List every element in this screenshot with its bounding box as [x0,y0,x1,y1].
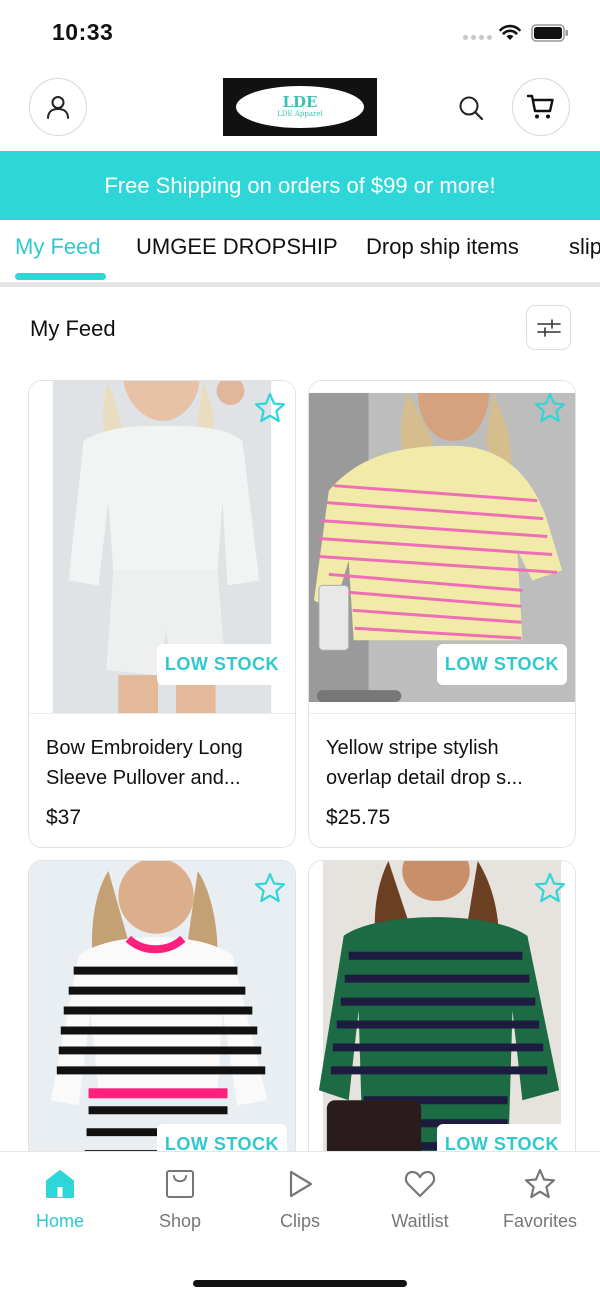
product-image[interactable]: LOW STOCK [29,381,295,714]
favorite-star-icon[interactable] [533,871,567,905]
search-icon [459,96,484,121]
active-tab-indicator [15,273,106,280]
nav-label: Waitlist [391,1211,449,1231]
product-image[interactable]: LOW STOCK [309,861,575,1194]
nav-home[interactable]: Home [10,1167,110,1237]
tab-drop-ship-items[interactable]: Drop ship items [366,234,519,260]
nav-clips[interactable]: Clips [250,1167,350,1237]
status-bar: 10:33 [0,0,600,64]
cart-icon [526,94,554,119]
banner-text: Free Shipping on orders of $99 or more! [104,172,496,198]
product-image[interactable]: LOW STOCK [29,861,295,1194]
tab-slip[interactable]: slip [569,234,600,260]
product-name[interactable]: Yellow stripe stylish overlap detail dro… [326,733,566,793]
wifi-icon [499,24,521,40]
favorite-star-icon[interactable] [533,391,567,425]
product-card[interactable]: LOW STOCK Yellow stripe stylish overlap … [308,380,576,848]
product-image[interactable]: LOW STOCK [309,381,575,714]
play-icon [289,1170,313,1198]
heart-icon [404,1170,436,1198]
nav-label: Favorites [502,1211,578,1231]
favorite-star-icon[interactable] [253,391,287,425]
stock-badge: LOW STOCK [436,644,567,685]
account-button[interactable] [29,78,87,136]
logo-text: LDE Apparel [277,110,323,118]
favorite-star-icon[interactable] [253,871,287,905]
feed-title: My Feed [30,316,116,341]
nav-favorites[interactable]: Favorites [490,1167,590,1237]
bottom-nav: Home Shop Clips Waitlist Favorites [0,1151,600,1299]
search-button[interactable] [455,92,487,124]
signal-icon [463,35,492,40]
tab-my-feed[interactable]: My Feed [15,234,101,260]
nav-label: Shop [158,1211,202,1231]
promo-banner[interactable]: Free Shipping on orders of $99 or more! [0,151,600,220]
nav-label: Home [35,1211,84,1231]
divider [0,282,600,287]
product-price: $37 [46,806,82,829]
product-name[interactable]: Bow Embroidery Long Sleeve Pullover and.… [46,733,286,793]
status-time: 10:33 [52,19,114,45]
stock-badge: LOW STOCK [156,644,287,685]
battery-icon [531,24,568,42]
store-logo[interactable]: LDE LDE Apparel [223,78,377,136]
nav-label: Clips [279,1211,320,1231]
logo-mark: LDE [282,93,318,111]
product-price: $25.75 [326,806,391,829]
product-card[interactable]: LOW STOCK Bow Embroidery Long Sleeve Pul… [28,380,296,848]
filter-button[interactable] [526,305,571,350]
home-icon [46,1170,74,1198]
star-icon [524,1168,556,1199]
category-tabs: My Feed UMGEE DROPSHIP Drop ship items s… [0,220,600,286]
nav-waitlist[interactable]: Waitlist [370,1167,470,1237]
tab-umgee-dropship[interactable]: UMGEE DROPSHIP [136,234,338,260]
shop-icon [166,1170,194,1198]
nav-shop[interactable]: Shop [130,1167,230,1237]
app-header: LDE LDE Apparel [0,64,600,151]
user-icon [47,96,69,119]
cart-button[interactable] [512,78,570,136]
home-indicator[interactable] [193,1280,407,1287]
sliders-icon [536,318,561,337]
